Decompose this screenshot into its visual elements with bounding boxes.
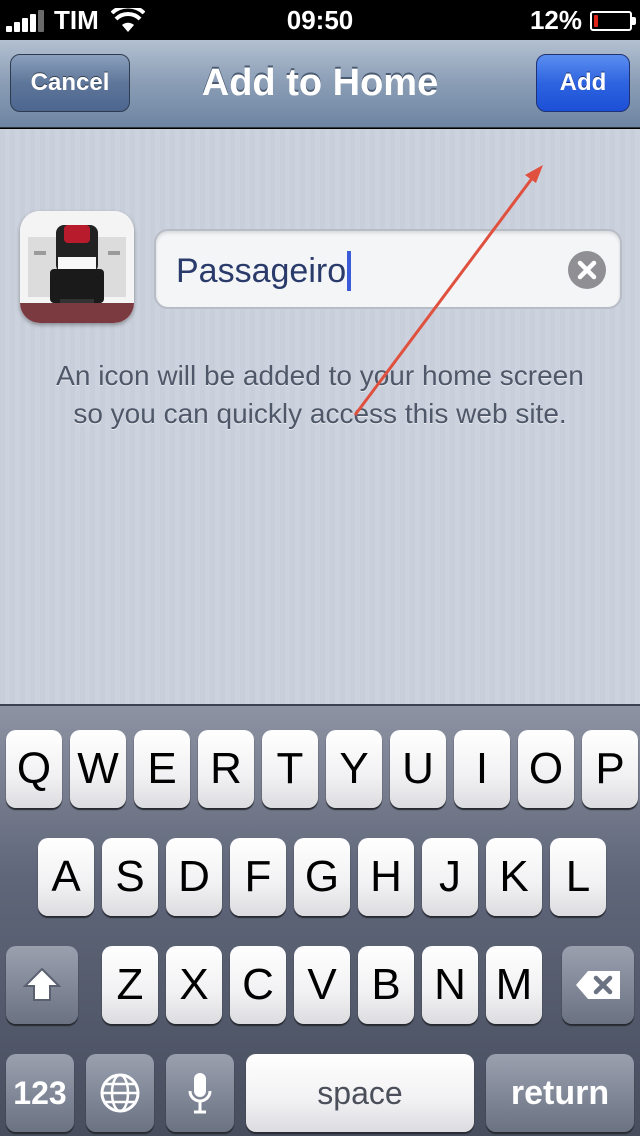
backspace-icon: [576, 971, 620, 999]
battery-fill: [594, 14, 598, 27]
key-c[interactable]: C: [230, 946, 286, 1024]
space-key[interactable]: space: [246, 1054, 474, 1132]
clear-x-icon: [577, 260, 597, 280]
web-clip-icon: [20, 211, 134, 323]
help-text: An icon will be added to your home scree…: [0, 357, 640, 433]
key-p[interactable]: P: [582, 730, 638, 808]
key-m[interactable]: M: [486, 946, 542, 1024]
content-area: Passageiro An icon will be added to your…: [0, 129, 640, 704]
key-a[interactable]: A: [38, 838, 94, 916]
key-s[interactable]: S: [102, 838, 158, 916]
name-input-value[interactable]: Passageiro: [176, 251, 352, 291]
clear-text-button[interactable]: [568, 251, 606, 289]
dictation-key[interactable]: [166, 1054, 234, 1132]
battery-icon: [590, 10, 636, 31]
key-z[interactable]: Z: [102, 946, 158, 1024]
add-button[interactable]: Add: [536, 54, 630, 112]
key-i[interactable]: I: [454, 730, 510, 808]
key-h[interactable]: H: [358, 838, 414, 916]
delete-key[interactable]: [562, 946, 634, 1024]
key-f[interactable]: F: [230, 838, 286, 916]
help-text-line-1: An icon will be added to your home scree…: [56, 360, 584, 391]
key-w[interactable]: W: [70, 730, 126, 808]
keyboard: QWERTYUIOP ASDFGHJKL ZXCVBNM 123 space r…: [0, 704, 640, 1136]
status-bar: TIM 09:50 12%: [0, 0, 640, 40]
seat-image-icon: [20, 211, 134, 323]
globe-icon: [100, 1073, 140, 1113]
key-t[interactable]: T: [262, 730, 318, 808]
key-g[interactable]: G: [294, 838, 350, 916]
status-right: 12%: [529, 5, 636, 36]
numbers-key[interactable]: 123: [6, 1054, 74, 1132]
key-u[interactable]: U: [390, 730, 446, 808]
key-q[interactable]: Q: [6, 730, 62, 808]
key-b[interactable]: B: [358, 946, 414, 1024]
microphone-icon: [188, 1073, 212, 1114]
key-o[interactable]: O: [518, 730, 574, 808]
shift-arrow-icon: [22, 967, 62, 1001]
key-j[interactable]: J: [422, 838, 478, 916]
text-cursor: [347, 251, 352, 291]
nav-bar: Cancel Add to Home Add: [0, 40, 640, 128]
key-n[interactable]: N: [422, 946, 478, 1024]
name-input[interactable]: Passageiro: [154, 229, 622, 309]
key-l[interactable]: L: [550, 838, 606, 916]
shift-key[interactable]: [6, 946, 78, 1024]
key-v[interactable]: V: [294, 946, 350, 1024]
globe-key[interactable]: [86, 1054, 154, 1132]
key-d[interactable]: D: [166, 838, 222, 916]
key-y[interactable]: Y: [326, 730, 382, 808]
return-key[interactable]: return: [486, 1054, 634, 1132]
key-e[interactable]: E: [134, 730, 190, 808]
name-input-text: Passageiro: [176, 251, 347, 290]
key-r[interactable]: R: [198, 730, 254, 808]
key-k[interactable]: K: [486, 838, 542, 916]
help-text-line-2: so you can quickly access this web site.: [73, 398, 567, 429]
key-x[interactable]: X: [166, 946, 222, 1024]
battery-percent: 12%: [529, 5, 582, 35]
